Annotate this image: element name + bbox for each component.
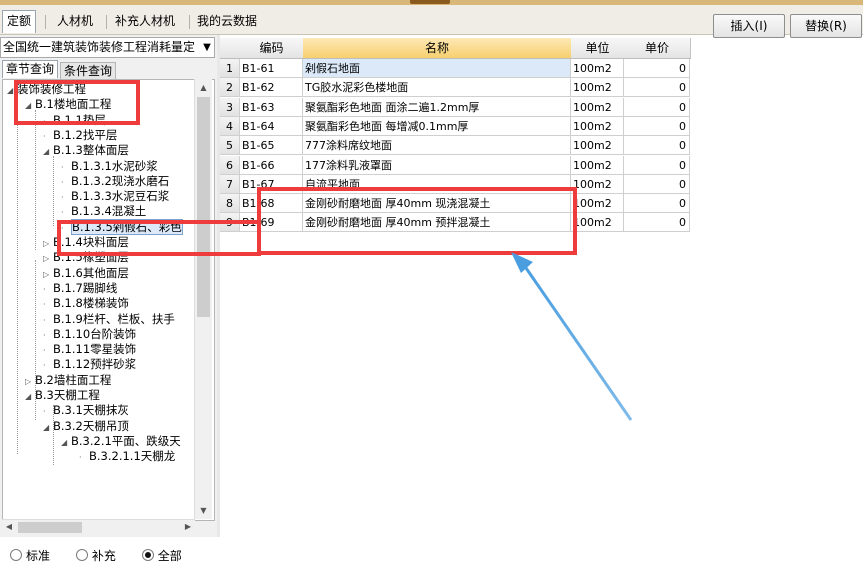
radio-circle-icon[interactable] [10, 549, 22, 561]
annotation-arrow [511, 252, 633, 421]
radio-checked-icon[interactable] [141, 549, 154, 561]
radio-circle-icon[interactable] [75, 549, 88, 561]
radio-standard[interactable]: 标准 [10, 549, 50, 563]
filter-radio-group: 标准 补充 全部 [10, 548, 182, 564]
radio-all[interactable]: 全部 [141, 549, 182, 563]
radio-label: 补充 [91, 549, 116, 563]
radio-supplement[interactable]: 补充 [75, 549, 116, 563]
radio-label: 标准 [26, 549, 51, 563]
radio-label: 全部 [157, 549, 182, 563]
